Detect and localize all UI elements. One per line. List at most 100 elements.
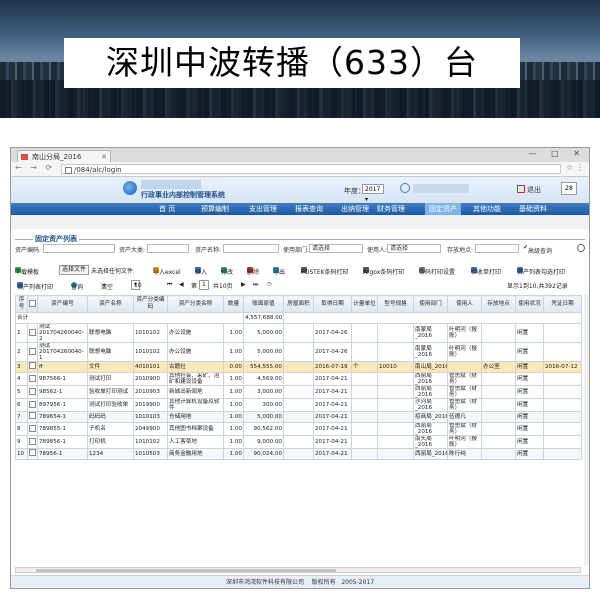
app-header: 行政事业内部控制管理系统 年度： 2017 ▾ 退出 28 bbox=[11, 177, 589, 203]
cell-qty: 1.00 bbox=[223, 411, 244, 423]
cell-status: 闲置 bbox=[515, 435, 544, 449]
cell-user: 管思斌（财务） bbox=[447, 372, 482, 386]
page-size-select[interactable]: 10 ▾ bbox=[131, 280, 142, 290]
select-all-checkbox[interactable] bbox=[29, 299, 36, 307]
fixed-asset-panel: 固定资产列表 资产编码: 资产大类: 资产名称: 使用部门: 请选择 使用人: … bbox=[11, 229, 589, 588]
user-select[interactable]: 请选择 bbox=[387, 244, 441, 253]
logout-icon bbox=[517, 185, 525, 193]
row-checkbox[interactable] bbox=[29, 412, 36, 419]
window-controls[interactable]: — □ ✕ bbox=[529, 149, 586, 158]
asset-class-label: 资产大类: bbox=[119, 247, 146, 254]
export-label: 导出 bbox=[273, 269, 286, 276]
cell-status: 闲置 bbox=[515, 361, 544, 373]
cell-area bbox=[283, 398, 314, 412]
cell-code: 78956-1 bbox=[37, 448, 88, 460]
menu-item-reports[interactable]: 报表查询 bbox=[295, 203, 323, 215]
row-checkbox[interactable] bbox=[29, 425, 36, 432]
menu-item-basic-data[interactable]: 基础资料 bbox=[519, 203, 547, 215]
row-checkbox[interactable] bbox=[29, 438, 36, 445]
cell-code: 测试201704260040-2 bbox=[37, 323, 88, 343]
browser-menu-icon[interactable]: ⋮ bbox=[576, 163, 584, 172]
cell-value: 90,024.00 bbox=[243, 448, 284, 460]
table-row[interactable]: 6 897956-1 测试打印验收单 2019900 其他计算机设备及软件 1.00 300… bbox=[15, 398, 582, 412]
cell-model bbox=[377, 323, 414, 343]
vertical-scrollbar[interactable] bbox=[584, 295, 589, 565]
year-select[interactable]: 2017 ▾ bbox=[362, 184, 384, 203]
page-number-input[interactable]: 1 bbox=[199, 280, 209, 290]
horizontal-scrollbar[interactable] bbox=[15, 567, 581, 573]
table-row[interactable]: 10 78956-1 1234 1010503 商务金融用地 1.00 90,024.00 2… bbox=[15, 448, 582, 460]
refresh-icon[interactable]: ⟳ bbox=[267, 281, 272, 288]
url-input[interactable]: /084/alc/login bbox=[61, 164, 561, 174]
row-checkbox[interactable] bbox=[29, 401, 36, 408]
select-all-checkbox-header[interactable] bbox=[27, 295, 38, 313]
cell-code: 897956-1 bbox=[37, 398, 88, 412]
table-row[interactable]: 7 789654-1 码码码 1010103 仓储用地 1.00 5,000.00 2017-… bbox=[15, 411, 582, 423]
row-checkbox[interactable] bbox=[29, 329, 36, 336]
row-checkbox[interactable] bbox=[29, 449, 36, 456]
cell-status: 闲置 bbox=[515, 422, 544, 436]
advanced-search-button[interactable]: ✔ 高级查询 bbox=[523, 244, 552, 255]
browser-window: 南山分局_2016 ✕ — □ ✕ ← → ⟳ /084/alc/login ☆… bbox=[10, 147, 590, 589]
prev-page-icon[interactable]: ◀ bbox=[179, 281, 184, 288]
menu-item-cashier[interactable]: 出纳管理 bbox=[341, 203, 369, 215]
menu-item-expense[interactable]: 支出管理 bbox=[249, 203, 277, 215]
cell-seq: 4 bbox=[15, 372, 28, 386]
menu-item-fixed-assets[interactable]: 固定资产 bbox=[425, 203, 461, 215]
cell-seq: 10 bbox=[15, 448, 28, 460]
logout-label: 退出 bbox=[527, 186, 541, 194]
logout-button[interactable]: 退出 bbox=[517, 185, 541, 195]
table-row[interactable]: 9 789856-1 打印机 1010102 人工客草地 1.00 9,000.00 2017… bbox=[15, 435, 582, 449]
choose-file-button[interactable]: 选择文件 bbox=[59, 265, 90, 275]
cell-class-name: 仓储用地 bbox=[167, 411, 224, 423]
table-row[interactable]: 1 测试201704260040-2 联想电脑 1010102 办公设施 1.00 5,00… bbox=[15, 323, 582, 343]
cell-status: 闲置 bbox=[515, 372, 544, 386]
table-row[interactable]: 8 789855-1 子机名 2049900 其他图书档案设备 1.00 90,562.00… bbox=[15, 422, 582, 436]
cell-class-code: 1010102 bbox=[133, 435, 168, 449]
cell-loc bbox=[481, 323, 516, 343]
page-footer: 深圳市鸿湾软件科技有限公司 版权所有 2005-2017 bbox=[11, 575, 589, 588]
menu-item-finance[interactable]: 财务管理 bbox=[377, 203, 405, 215]
cell-value: 300.00 bbox=[243, 398, 284, 412]
menu-item-other[interactable]: 其他功能 bbox=[473, 203, 501, 215]
nav-buttons-icon[interactable]: ← → ⟳ bbox=[15, 163, 55, 172]
column-header: 计量单位 bbox=[351, 295, 378, 313]
table-row[interactable]: 4 987566-1 测试打印 2010900 其他社会、采矿、冶矿和建设设备 1.00 4… bbox=[15, 372, 582, 386]
download-template-label: 下载模板 bbox=[15, 269, 40, 276]
cell-class-name: 其他图书档案设备 bbox=[167, 422, 224, 436]
row-checkbox[interactable] bbox=[29, 388, 36, 395]
row-checkbox[interactable] bbox=[29, 375, 36, 382]
bookmark-star-icon[interactable]: ☆ bbox=[566, 163, 573, 172]
url-text: /084/alc/login bbox=[74, 166, 122, 174]
row-checkbox-cell bbox=[27, 361, 38, 373]
row-checkbox[interactable] bbox=[29, 348, 36, 355]
table-row[interactable]: 2 测试201704260040-1 联想电脑 1010102 办公设施 1.00 5,00… bbox=[15, 342, 582, 362]
table-row[interactable]: 5 98562-1 验收单打印测试 2010903 新城出新闻地 1.00 3,000.00… bbox=[15, 385, 582, 399]
dept-select[interactable]: 请选择 bbox=[309, 244, 363, 253]
row-checkbox[interactable] bbox=[29, 362, 36, 369]
cell-seq: 9 bbox=[15, 435, 28, 449]
menu-item-home[interactable]: 首 页 bbox=[159, 203, 175, 215]
message-count-badge[interactable]: 28 bbox=[561, 182, 577, 195]
menu-item-budget[interactable]: 预算编制 bbox=[201, 203, 229, 215]
asset-name-label: 资产名称: bbox=[195, 247, 222, 254]
cell-class-code: 1010503 bbox=[133, 448, 168, 460]
cell-name: 联想电脑 bbox=[87, 342, 134, 362]
browser-tab[interactable]: 南山分局_2016 ✕ bbox=[17, 150, 111, 162]
advanced-search-label: 高级查询 bbox=[528, 248, 553, 255]
cell-seq: 8 bbox=[15, 422, 28, 436]
next-page-icon[interactable]: ▶ bbox=[241, 281, 246, 288]
cell-user: 伍德凡 bbox=[447, 411, 482, 423]
asset-name-input[interactable] bbox=[223, 244, 279, 253]
location-input[interactable] bbox=[475, 244, 519, 253]
cell-seq: 2 bbox=[15, 342, 28, 362]
cell-class-code: 2019900 bbox=[133, 398, 168, 412]
table-row[interactable]: 3 ff 文件 4010101 古籍社 0.00 554,555.00 2016-07-19 个… bbox=[15, 361, 582, 373]
last-page-icon[interactable]: ⏭ bbox=[253, 281, 258, 289]
scrollbar-thumb[interactable] bbox=[36, 569, 336, 572]
asset-class-input[interactable] bbox=[147, 244, 189, 253]
first-page-icon[interactable]: ⏮ bbox=[167, 281, 172, 289]
search-icon[interactable] bbox=[577, 244, 585, 252]
asset-code-input[interactable] bbox=[43, 244, 115, 253]
cell-code: ff bbox=[37, 361, 88, 373]
